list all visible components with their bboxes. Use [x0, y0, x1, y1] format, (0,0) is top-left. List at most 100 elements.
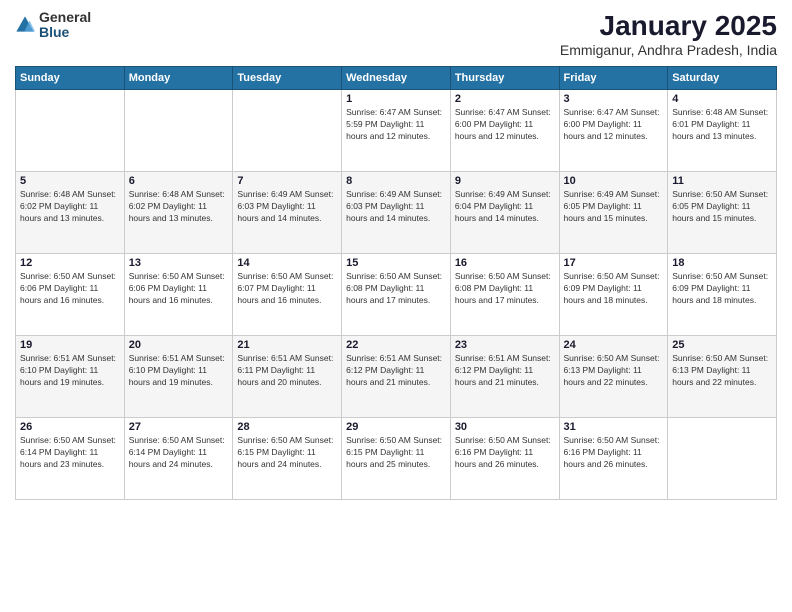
day-info: Sunrise: 6:51 AM Sunset: 6:12 PM Dayligh…: [346, 353, 446, 389]
day-cell: 9 Sunrise: 6:49 AM Sunset: 6:04 PM Daylig…: [450, 172, 559, 254]
day-cell: 13 Sunrise: 6:50 AM Sunset: 6:06 PM Dayli…: [124, 254, 233, 336]
day-cell: [233, 90, 342, 172]
weekday-header-sunday: Sunday: [16, 67, 125, 90]
weekday-header-row: SundayMondayTuesdayWednesdayThursdayFrid…: [16, 67, 777, 90]
day-number: 1: [346, 93, 446, 105]
day-cell: 31Sunrise: 6:50 AM Sunset: 6:16 PM Dayli…: [559, 418, 668, 500]
day-cell: 16 Sunrise: 6:50 AM Sunset: 6:08 PM Dayli…: [450, 254, 559, 336]
day-cell: 27 Sunrise: 6:50 AM Sunset: 6:14 PM Dayli…: [124, 418, 233, 500]
day-number: 6: [129, 175, 229, 187]
day-info: Sunrise: 6:50 AM Sunset: 6:14 PM Dayligh…: [129, 435, 229, 471]
day-info: Sunrise: 6:47 AM Sunset: 5:59 PM Dayligh…: [346, 107, 446, 143]
day-info: Sunrise: 6:50 AM Sunset: 6:07 PM Dayligh…: [237, 271, 337, 307]
day-number: 3: [564, 93, 664, 105]
day-info: Sunrise: 6:50 AM Sunset: 6:09 PM Dayligh…: [564, 271, 664, 307]
logo-text: General Blue: [39, 10, 91, 41]
day-cell: 25Sunrise: 6:50 AM Sunset: 6:13 PM Dayli…: [668, 336, 777, 418]
day-info: Sunrise: 6:51 AM Sunset: 6:10 PM Dayligh…: [129, 353, 229, 389]
day-info: Sunrise: 6:51 AM Sunset: 6:12 PM Dayligh…: [455, 353, 555, 389]
day-cell: 23 Sunrise: 6:51 AM Sunset: 6:12 PM Dayli…: [450, 336, 559, 418]
day-cell: 15Sunrise: 6:50 AM Sunset: 6:08 PM Dayli…: [342, 254, 451, 336]
day-cell: 3 Sunrise: 6:47 AM Sunset: 6:00 PM Daylig…: [559, 90, 668, 172]
week-row-4: 19 Sunrise: 6:51 AM Sunset: 6:10 PM Dayli…: [16, 336, 777, 418]
day-cell: 20 Sunrise: 6:51 AM Sunset: 6:10 PM Dayli…: [124, 336, 233, 418]
day-cell: 18 Sunrise: 6:50 AM Sunset: 6:09 PM Dayli…: [668, 254, 777, 336]
day-number: 30: [455, 421, 555, 433]
day-number: 12: [20, 257, 120, 269]
week-row-3: 12 Sunrise: 6:50 AM Sunset: 6:06 PM Dayli…: [16, 254, 777, 336]
day-number: 14: [237, 257, 337, 269]
day-info: Sunrise: 6:50 AM Sunset: 6:06 PM Dayligh…: [129, 271, 229, 307]
day-number: 31: [564, 421, 664, 433]
day-number: 26: [20, 421, 120, 433]
day-cell: 2Sunrise: 6:47 AM Sunset: 6:00 PM Daylig…: [450, 90, 559, 172]
day-cell: [16, 90, 125, 172]
day-info: Sunrise: 6:50 AM Sunset: 6:09 PM Dayligh…: [672, 271, 772, 307]
day-info: Sunrise: 6:50 AM Sunset: 6:16 PM Dayligh…: [455, 435, 555, 471]
weekday-header-wednesday: Wednesday: [342, 67, 451, 90]
day-number: 7: [237, 175, 337, 187]
day-info: Sunrise: 6:50 AM Sunset: 6:15 PM Dayligh…: [237, 435, 337, 471]
day-cell: 12 Sunrise: 6:50 AM Sunset: 6:06 PM Dayli…: [16, 254, 125, 336]
day-cell: 10 Sunrise: 6:49 AM Sunset: 6:05 PM Dayli…: [559, 172, 668, 254]
day-info: Sunrise: 6:49 AM Sunset: 6:03 PM Dayligh…: [346, 189, 446, 225]
day-cell: 26Sunrise: 6:50 AM Sunset: 6:14 PM Dayli…: [16, 418, 125, 500]
day-number: 23: [455, 339, 555, 351]
day-number: 4: [672, 93, 772, 105]
day-info: Sunrise: 6:50 AM Sunset: 6:06 PM Dayligh…: [20, 271, 120, 307]
day-number: 5: [20, 175, 120, 187]
day-number: 19: [20, 339, 120, 351]
day-number: 27: [129, 421, 229, 433]
day-number: 16: [455, 257, 555, 269]
day-cell: 19 Sunrise: 6:51 AM Sunset: 6:10 PM Dayli…: [16, 336, 125, 418]
day-number: 28: [237, 421, 337, 433]
logo: General Blue: [15, 10, 91, 41]
day-number: 13: [129, 257, 229, 269]
location-title: Emmiganur, Andhra Pradesh, India: [560, 42, 777, 58]
day-number: 8: [346, 175, 446, 187]
day-number: 20: [129, 339, 229, 351]
day-info: Sunrise: 6:48 AM Sunset: 6:01 PM Dayligh…: [672, 107, 772, 143]
day-number: 9: [455, 175, 555, 187]
day-cell: 21Sunrise: 6:51 AM Sunset: 6:11 PM Dayli…: [233, 336, 342, 418]
day-info: Sunrise: 6:50 AM Sunset: 6:08 PM Dayligh…: [346, 271, 446, 307]
day-number: 22: [346, 339, 446, 351]
day-info: Sunrise: 6:49 AM Sunset: 6:04 PM Dayligh…: [455, 189, 555, 225]
weekday-header-friday: Friday: [559, 67, 668, 90]
day-number: 2: [455, 93, 555, 105]
day-cell: 7Sunrise: 6:49 AM Sunset: 6:03 PM Daylig…: [233, 172, 342, 254]
day-info: Sunrise: 6:51 AM Sunset: 6:10 PM Dayligh…: [20, 353, 120, 389]
day-cell: 22 Sunrise: 6:51 AM Sunset: 6:12 PM Dayli…: [342, 336, 451, 418]
day-cell: 5 Sunrise: 6:48 AM Sunset: 6:02 PM Daylig…: [16, 172, 125, 254]
week-row-5: 26 Sunrise: 6:50 AM Sunset: 6:14 PM Dayli…: [16, 418, 777, 500]
day-cell: 24Sunrise: 6:50 AM Sunset: 6:13 PM Dayli…: [559, 336, 668, 418]
day-cell: [668, 418, 777, 500]
weekday-header-tuesday: Tuesday: [233, 67, 342, 90]
day-info: Sunrise: 6:47 AM Sunset: 6:00 PM Dayligh…: [564, 107, 664, 143]
logo-general-label: General: [39, 10, 91, 25]
page: General Blue January 2025 Emmiganur, And…: [0, 0, 792, 612]
day-number: 24: [564, 339, 664, 351]
day-info: Sunrise: 6:50 AM Sunset: 6:15 PM Dayligh…: [346, 435, 446, 471]
day-cell: 17 Sunrise: 6:50 AM Sunset: 6:09 PM Dayli…: [559, 254, 668, 336]
day-number: 21: [237, 339, 337, 351]
day-cell: [124, 90, 233, 172]
day-cell: 28 Sunrise: 6:50 AM Sunset: 6:15 PM Dayli…: [233, 418, 342, 500]
day-cell: 8 Sunrise: 6:49 AM Sunset: 6:03 PM Daylig…: [342, 172, 451, 254]
day-info: Sunrise: 6:50 AM Sunset: 6:08 PM Dayligh…: [455, 271, 555, 307]
day-info: Sunrise: 6:49 AM Sunset: 6:05 PM Dayligh…: [564, 189, 664, 225]
header: General Blue January 2025 Emmiganur, And…: [15, 10, 777, 58]
logo-icon: [15, 15, 35, 35]
week-row-1: 1 Sunrise: 6:47 AM Sunset: 5:59 PM Daylig…: [16, 90, 777, 172]
day-info: Sunrise: 6:48 AM Sunset: 6:02 PM Dayligh…: [20, 189, 120, 225]
day-number: 10: [564, 175, 664, 187]
day-cell: 14 Sunrise: 6:50 AM Sunset: 6:07 PM Dayli…: [233, 254, 342, 336]
day-number: 18: [672, 257, 772, 269]
day-number: 17: [564, 257, 664, 269]
day-info: Sunrise: 6:50 AM Sunset: 6:05 PM Dayligh…: [672, 189, 772, 225]
day-number: 29: [346, 421, 446, 433]
weekday-header-thursday: Thursday: [450, 67, 559, 90]
day-number: 25: [672, 339, 772, 351]
day-cell: 6Sunrise: 6:48 AM Sunset: 6:02 PM Daylig…: [124, 172, 233, 254]
month-title: January 2025: [560, 10, 777, 42]
